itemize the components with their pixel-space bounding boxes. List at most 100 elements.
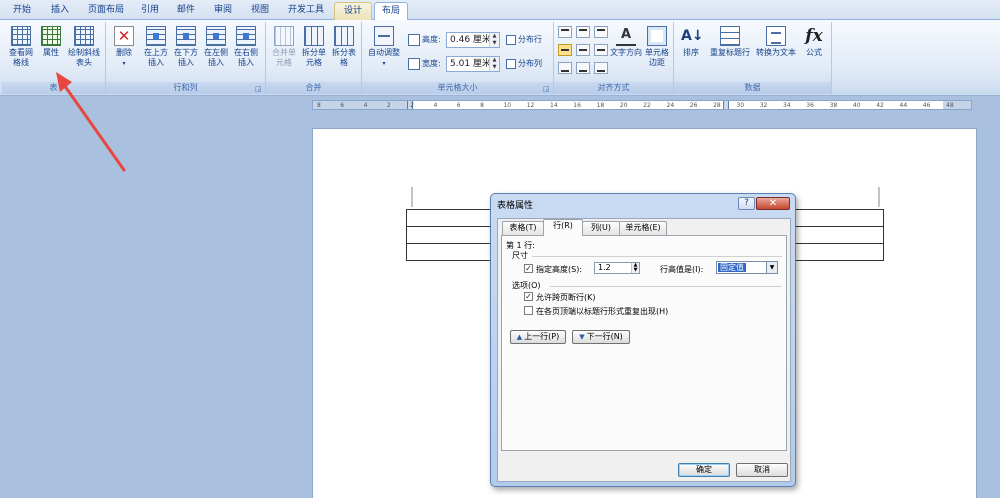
tab-table[interactable]: 表格(T) — [502, 221, 544, 235]
repeat-header-checkbox[interactable] — [524, 306, 533, 315]
tab-developer[interactable]: 开发工具 — [282, 2, 330, 20]
height-spinner[interactable]: 0.46 厘米 ▲ ▼ — [446, 32, 500, 48]
width-label: 宽度: — [408, 56, 441, 72]
align-bottom-right-button[interactable] — [594, 62, 608, 74]
tab-review[interactable]: 审阅 — [206, 2, 240, 20]
tab-cell[interactable]: 单元格(E) — [619, 221, 667, 235]
ruler-number: 22 — [643, 102, 651, 109]
tab-marker-icon[interactable] — [723, 101, 729, 109]
insert-left-button[interactable]: 在左侧插入 — [202, 26, 230, 68]
sort-button[interactable]: A↓ 排序 — [678, 26, 704, 58]
align-top-right-button[interactable] — [594, 26, 608, 38]
merge-cells-button[interactable]: 合并单元格 — [270, 26, 298, 68]
size-separator — [532, 256, 782, 257]
ok-button[interactable]: 确定 — [678, 463, 730, 477]
group-table: 查看网格线 属性 绘制斜线表头 表 — [2, 22, 106, 94]
autofit-button[interactable]: 自动调整 ▾ — [366, 26, 402, 69]
split-cells-button[interactable]: 拆分单元格 — [300, 26, 328, 68]
spinner-arrows-icon[interactable]: ▲ ▼ — [489, 33, 499, 47]
distribute-columns-button[interactable]: 分布列 — [506, 56, 542, 72]
ruler-number: 4 — [433, 102, 438, 109]
close-button[interactable]: ✕ — [756, 197, 790, 210]
group-rows-columns: ✕ 删除 ▾ 在上方插入 在下方插入 在左侧插入 在右侧插入 行和列 ◲ — [106, 22, 266, 94]
cancel-button[interactable]: 取消 — [736, 463, 788, 477]
tab-row[interactable]: 行(R) — [543, 219, 583, 236]
ruler-margin-left — [313, 101, 409, 109]
delete-button[interactable]: ✕ 删除 ▾ — [110, 26, 138, 69]
ruler-number: 10 — [503, 102, 512, 109]
allow-break-checkbox[interactable]: ✓ — [524, 292, 533, 301]
split-cells-label: 拆分单元格 — [302, 48, 326, 67]
distribute-rows-button[interactable]: 分布行 — [506, 32, 542, 48]
next-row-button[interactable]: ▼ 下一行(N) — [572, 330, 630, 344]
cell-margins-button[interactable]: 单元格边距 — [642, 26, 672, 68]
ruler-number: 36 — [806, 102, 814, 109]
align-middle-center-button[interactable] — [576, 44, 590, 56]
ruler-number: 32 — [759, 102, 768, 109]
tab-mailings[interactable]: 邮件 — [170, 2, 202, 20]
rows-columns-launcher-icon[interactable]: ◲ — [255, 85, 263, 93]
repeat-header-rows-button[interactable]: 重复标题行 — [708, 26, 752, 58]
width-label-text: 宽度: — [422, 59, 441, 68]
text-direction-icon: A — [616, 26, 636, 46]
tab-page-layout[interactable]: 页面布局 — [80, 2, 132, 20]
tab-insert[interactable]: 插入 — [42, 2, 78, 20]
ruler-area: 8 6 4 2 2 4 6 8 10 12 14 16 18 20 22 24 26 28 30 32 34 36 38 40… — [0, 96, 1000, 114]
text-direction-button[interactable]: A 文字方向 — [610, 26, 642, 58]
ruler-number: 8 — [480, 102, 484, 109]
tab-layout[interactable]: 布局 — [374, 2, 408, 20]
group-data: A↓ 排序 重复标题行 转换为文本 fx 公式 数据 — [674, 22, 832, 94]
help-button[interactable]: ? — [738, 197, 755, 210]
align-top-left-button[interactable] — [558, 26, 572, 38]
ruler-number: 14 — [550, 102, 558, 109]
cell-margins-icon — [647, 26, 667, 46]
align-top-center-button[interactable] — [576, 26, 590, 38]
tab-design[interactable]: 设计 — [334, 2, 372, 20]
table-properties-icon — [41, 26, 61, 46]
cell-size-launcher-icon[interactable]: ◲ — [543, 85, 551, 93]
view-gridlines-button[interactable]: 查看网格线 — [6, 26, 36, 68]
align-middle-right-button[interactable] — [594, 44, 608, 56]
draw-diagonal-header-button[interactable]: 绘制斜线表头 — [66, 26, 102, 68]
align-bottom-left-button[interactable] — [558, 62, 572, 74]
specify-height-label: 指定高度(S): — [536, 265, 583, 274]
tab-references[interactable]: 引用 — [134, 2, 166, 20]
specify-height-checkbox[interactable]: ✓ — [524, 264, 533, 273]
ruler-number: 24 — [666, 102, 675, 109]
insert-below-button[interactable]: 在下方插入 — [172, 26, 200, 68]
row-height-input[interactable]: 1.2 ▲ ▼ — [594, 262, 640, 274]
row-height-value: 1.2 — [598, 263, 611, 272]
properties-button[interactable]: 属性 — [38, 26, 64, 58]
align-middle-left-button[interactable] — [558, 44, 572, 56]
dropdown-arrow-icon[interactable]: ▼ — [766, 262, 777, 273]
convert-to-text-button[interactable]: 转换为文本 — [754, 26, 798, 58]
insert-right-button[interactable]: 在右侧插入 — [232, 26, 260, 68]
tab-home[interactable]: 开始 — [4, 2, 40, 20]
split-table-button[interactable]: 拆分表格 — [330, 26, 358, 68]
insert-below-label: 在下方插入 — [174, 48, 198, 67]
ruler-number: 18 — [596, 102, 605, 109]
chevron-down-icon: ▾ — [122, 60, 126, 67]
width-value: 5.01 厘米 — [450, 59, 491, 69]
draw-diagonal-header-label: 绘制斜线表头 — [68, 48, 100, 67]
insert-above-button[interactable]: 在上方插入 — [142, 26, 170, 68]
ruler-number: 4 — [363, 102, 368, 109]
ruler-number: 26 — [689, 102, 698, 109]
ruler-number: 42 — [876, 102, 884, 109]
ruler-number: 12 — [526, 102, 535, 109]
formula-button[interactable]: fx 公式 — [800, 26, 828, 58]
row-tab-panel: 第 1 行: 尺寸 ✓ 指定高度(S): 1.2 ▲ ▼ 行高值是(I): 固定值… — [501, 235, 787, 451]
formula-label: 公式 — [806, 48, 822, 57]
convert-to-text-label: 转换为文本 — [756, 48, 796, 57]
tab-column[interactable]: 列(U) — [582, 221, 620, 235]
align-bottom-center-button[interactable] — [576, 62, 590, 74]
horizontal-ruler[interactable]: 8 6 4 2 2 4 6 8 10 12 14 16 18 20 22 24 26 28 30 32 34 36 38 40… — [312, 100, 972, 110]
spinner-arrows-icon[interactable]: ▲ ▼ — [489, 57, 499, 71]
width-spinner[interactable]: 5.01 厘米 ▲ ▼ — [446, 56, 500, 72]
previous-row-button[interactable]: ▲ 上一行(P) — [510, 330, 566, 344]
row-height-is-label: 行高值是(I): — [660, 265, 704, 274]
formula-fx-icon: fx — [805, 26, 823, 46]
row-height-mode-select[interactable]: 固定值 ▼ — [716, 261, 778, 274]
tab-view[interactable]: 视图 — [244, 2, 276, 20]
spinner-arrows-icon[interactable]: ▲ ▼ — [631, 263, 639, 273]
